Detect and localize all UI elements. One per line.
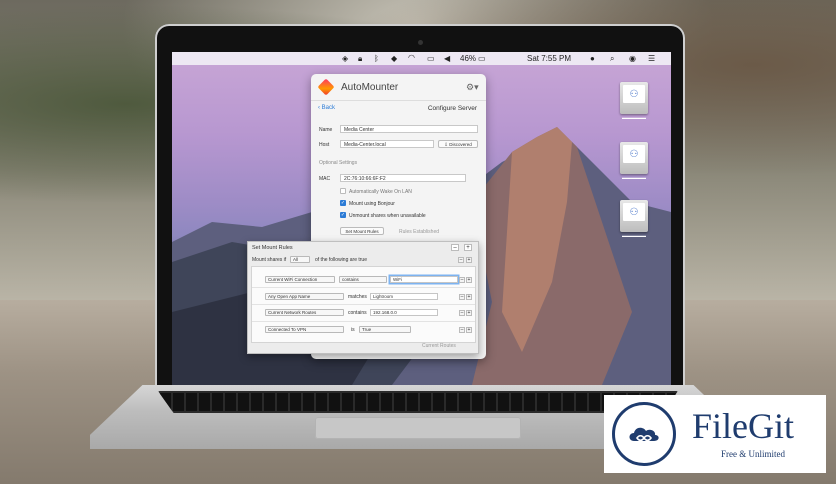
watermark-tagline: Free & Unlimited	[721, 449, 785, 459]
add-group-button[interactable]: +	[466, 257, 472, 263]
quantifier-select[interactable]: All	[290, 256, 310, 263]
add-rule-row-button[interactable]: +	[466, 310, 472, 316]
bluetooth-icon[interactable]: ᛒ	[374, 53, 379, 64]
rule-value-field[interactable]: Lightroom	[370, 293, 438, 300]
keyboard	[158, 391, 678, 413]
app-name: AutoMounter	[341, 82, 399, 93]
current-routes-button[interactable]: Current Routes	[422, 343, 456, 349]
mac-field[interactable]: 2C:76:10:66:6F:F2	[340, 174, 466, 182]
remove-group-button[interactable]: –	[458, 257, 464, 263]
rule-operator-label: is	[351, 327, 355, 333]
add-rule-row-button[interactable]: +	[466, 327, 472, 333]
mac-label: MAC	[319, 176, 331, 182]
remove-rule-row-button[interactable]: –	[459, 310, 465, 316]
mount-bonjour-label: Mount using Bonjour	[349, 201, 395, 207]
host-label: Host	[319, 142, 330, 148]
gear-icon[interactable]: ⚙︎▾	[466, 82, 479, 93]
clock[interactable]: Sat 7:55 PM	[527, 53, 571, 64]
popover-header: AutoMounter ⚙︎▾	[311, 74, 486, 101]
rule-value-select[interactable]: True	[359, 326, 411, 333]
name-field[interactable]: Media Center	[340, 125, 478, 133]
menu-icon[interactable]: ☰	[648, 53, 655, 64]
dropbox-icon[interactable]: ◈	[342, 53, 348, 64]
row-divider	[252, 287, 475, 288]
battery-percent: 46%	[460, 54, 477, 63]
remove-rule-row-button[interactable]: –	[459, 294, 465, 300]
network-drive-icon[interactable]: ⚇ ▬▬▬▬▬▬	[615, 82, 653, 120]
sheet-title: Set Mount Rules	[252, 245, 293, 251]
mount-shares-if-label: Mount shares if	[252, 257, 287, 263]
remove-rule-button[interactable]: –	[451, 244, 459, 251]
rule-operator-select[interactable]: contains	[339, 276, 387, 283]
rule-field-select[interactable]: Current WiFi Connection	[265, 276, 335, 283]
mount-rules-sheet: Set Mount Rules – + Mount shares if All …	[247, 241, 479, 354]
add-rule-button[interactable]: +	[464, 244, 472, 251]
webcam	[418, 40, 423, 45]
wifi-icon[interactable]: ◠	[408, 52, 415, 63]
filegit-watermark: FileGit Free & Unlimited	[604, 395, 826, 473]
mount-bonjour-checkbox[interactable]: ✓	[340, 200, 346, 206]
remove-rule-row-button[interactable]: –	[459, 327, 465, 333]
back-button[interactable]: ‹ Back	[318, 105, 335, 111]
wake-on-lan-label: Automatically Wake On LAN	[349, 189, 412, 195]
menu-bar: ◈ 🔒︎ ᛒ ◆ ◠ ▭ ◀ 46% ▭ Sat 7:55 PM ● ⌕ ◉ ☰	[172, 52, 671, 65]
page-title: Configure Server	[427, 105, 477, 112]
watermark-name: FileGit	[692, 406, 795, 446]
rules-list: Current WiFi Connection contains WiFi – …	[251, 266, 476, 343]
optional-settings-header: Optional Settings	[319, 160, 358, 166]
remove-rule-row-button[interactable]: –	[459, 277, 465, 283]
siri-icon[interactable]: ◉	[629, 53, 636, 64]
rule-operator-label: matches	[348, 294, 367, 300]
airplay-icon[interactable]: ▭	[427, 53, 435, 64]
add-rule-row-button[interactable]: +	[466, 277, 472, 283]
add-rule-row-button[interactable]: +	[466, 294, 472, 300]
name-label: Name	[319, 127, 333, 133]
volume-icon[interactable]: ◀	[444, 53, 450, 64]
unmount-label: Unmount shares when unavailable	[349, 213, 426, 219]
cloud-infinity-icon	[612, 402, 676, 466]
following-true-label: of the following are true	[315, 257, 367, 263]
automounter-logo-icon	[317, 78, 335, 96]
automounter-icon[interactable]: ◆	[391, 53, 397, 64]
rules-established-label: Rules Established	[399, 229, 440, 235]
discovered-button[interactable]: ⇩ Discovered	[438, 140, 478, 148]
screen: ◈ 🔒︎ ᛒ ◆ ◠ ▭ ◀ 46% ▭ Sat 7:55 PM ● ⌕ ◉ ☰…	[172, 52, 671, 385]
search-icon[interactable]: ⌕	[610, 53, 614, 64]
network-drive-icon[interactable]: ⚇ ▬▬▬▬▬▬	[615, 142, 653, 180]
battery-icon[interactable]: ▭	[478, 53, 486, 64]
network-drive-icon[interactable]: ⚇ ▬▬▬▬▬▬	[615, 200, 653, 238]
rule-field-select[interactable]: Any Open App Name	[265, 293, 344, 300]
lock-icon[interactable]: 🔒︎	[358, 53, 362, 64]
row-divider	[252, 321, 475, 322]
wake-on-lan-checkbox[interactable]	[340, 188, 346, 194]
trackpad	[315, 417, 521, 439]
host-field[interactable]: Media-Center.local	[340, 140, 434, 148]
row-divider	[252, 304, 475, 305]
rule-field-select[interactable]: Connected To VPN	[265, 326, 344, 333]
user-icon[interactable]: ●	[590, 53, 595, 64]
unmount-checkbox[interactable]: ✓	[340, 212, 346, 218]
rule-value-field[interactable]: WiFi	[390, 276, 458, 283]
rule-field-select[interactable]: Current Network Routes	[265, 309, 344, 316]
rule-operator-label: contains	[348, 310, 367, 316]
rule-value-field[interactable]: 192.168.0.0	[370, 309, 438, 316]
set-mount-rules-button[interactable]: Set Mount Rules	[340, 227, 384, 235]
